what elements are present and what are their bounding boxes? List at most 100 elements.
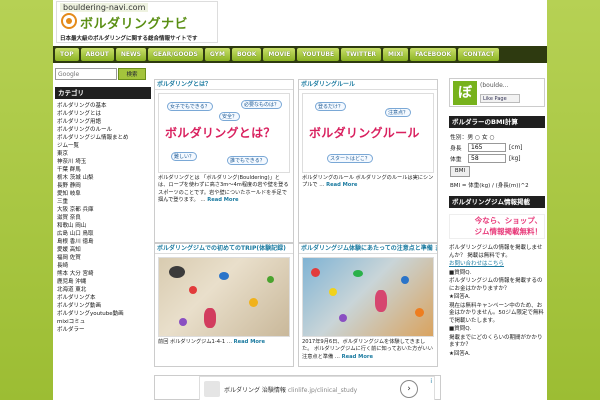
post-title[interactable]: ボルダリングジムでの初めてのTRIP(体験記録) [155,244,293,254]
ad-banner: ボルダリング 治験情報 clinlife.jp/clinical_study ›… [154,375,441,400]
read-more-link[interactable]: Read More [342,354,373,360]
category-item[interactable]: 神奈川 埼玉 [55,158,151,166]
read-more-link[interactable]: Read More [326,182,357,188]
ad-text: ボルダリング 治験情報 clinlife.jp/clinical_study [224,385,357,394]
nav-item-gym[interactable]: GYM [204,48,230,61]
nav-item-book[interactable]: BOOK [231,48,262,61]
category-item[interactable]: 千葉 群馬 [55,166,151,174]
nav-item-movie[interactable]: MOVIE [263,48,296,61]
category-item[interactable]: 大阪 京都 兵庫 [55,206,151,214]
category-item[interactable]: ボルダリングの基本 [55,102,151,110]
category-item[interactable]: ボルダリング本 [55,294,151,302]
faq-line: ■質問Q. [449,269,472,276]
category-item[interactable]: ボルダラー [55,326,151,334]
free-listing-banner[interactable]: 今なら、ショップ、 ジム情報掲載無料！ [449,214,545,239]
category-item[interactable]: 愛知 岐阜 [55,190,151,198]
facebook-page-widget: ぼ (boulde... Like Page [449,78,545,107]
gender-label[interactable]: 性別：男 ○ 女 ○ [450,132,495,141]
ad-headline: ボルダリング 治験情報 [224,387,286,394]
category-widget-title: カテゴリ [55,87,151,99]
question-bubble: 誰でもできる？ [227,156,268,165]
search-button[interactable]: 検索 [118,68,146,80]
post-excerpt-text: 前回 ボルダリングジム1-4-1 [158,339,226,345]
category-item[interactable]: ボルダリングジム情報まとめ [55,134,151,142]
weight-unit: [kg] [509,155,521,162]
post-title[interactable]: ボルダリングとは？ [155,80,293,90]
post-thumbnail[interactable] [158,257,290,337]
category-item[interactable]: ボルダリングyoutube動画 [55,310,151,318]
category-item[interactable]: ボルダリング動画 [55,302,151,310]
contact-link[interactable]: お問い合わせはこちら [449,261,545,269]
promo-line: ジム情報掲載無料！ [474,227,543,236]
read-more-link[interactable]: Read More [234,339,265,345]
weight-input[interactable] [468,154,506,163]
thumbnail-heading: ボルダリングルール [309,126,420,140]
climbing-hold [189,286,197,294]
nav-item-twitter[interactable]: TWITTER [341,48,382,61]
like-page-button[interactable]: Like Page [480,94,520,103]
nav-item-news[interactable]: NEWS [115,48,146,61]
faq-line: ★回答A. [449,350,471,357]
category-item[interactable]: 島根 香川 徳島 [55,238,151,246]
category-item[interactable]: ボルダリングとは [55,110,151,118]
category-item[interactable]: mixiコミュ [55,318,151,326]
category-list: ボルダリングの基本 ボルダリングとは ボルダリング用語 ボルダリングのルール ボ… [55,102,151,334]
site-logo[interactable]: bouldering-navi.com ボルダリングナビ 日本最大級のボルダリン… [56,1,218,43]
page-name[interactable]: (boulde... [480,82,509,89]
post-thumbnail[interactable]: 登るだけ？ 注意点？ ボルダリングルール スタートはどこ？ [302,93,434,173]
post-excerpt: ボルダリングとは 「ボルダリング(Bouldering)」とは、ロープを使わずに… [158,175,289,204]
height-label: 身長 [450,146,462,152]
read-more-link[interactable]: Read More [207,197,238,203]
post-title[interactable]: ボルダリングジム体験にあたっての注意点と準備 まとめ [299,244,437,254]
category-item[interactable]: 北海道 東北 [55,286,151,294]
category-item[interactable]: ジム一覧 [55,142,151,150]
faq-line: 掲載までにどのくらいの期間がかかりますか？ [449,334,543,349]
climbing-hold [353,270,363,277]
question-bubble: 安全？ [219,112,241,121]
question-bubble: 注意点？ [385,108,412,117]
climbing-hold [179,318,187,326]
nav-item-gear-goods[interactable]: GEAR/GOODS [147,48,203,61]
nav-item-facebook[interactable]: FACEBOOK [410,48,457,61]
ad-info-icon[interactable]: i [430,378,432,385]
climber-figure [204,308,216,328]
post-thumbnail[interactable] [302,257,434,337]
category-item[interactable]: 鹿児島 沖縄 [55,278,151,286]
bmi-calculator: 性別：男 ○ 女 ○ 身長 [cm] 体重 [kg] BMI BMI = 体重(… [449,128,545,192]
category-item[interactable]: ボルダリングのルール [55,126,151,134]
faq-section: ボルダリングジムの情報を掲載しませんか？ 掲載は無料です。 お問い合わせはこちら… [449,245,545,358]
category-item[interactable]: 滋賀 奈良 [55,214,151,222]
chevron-right-icon[interactable]: › [400,380,418,398]
bmi-formula: BMI = 体重(kg) / (身長(m))^2 [450,183,529,189]
site-title: ボルダリングナビ [80,17,189,32]
category-item[interactable]: 熊本 大分 宮崎 [55,270,151,278]
faq-line: ボルダリングジムの情報を掲載するのにお金はかかりますか？ [449,278,543,292]
nav-item-about[interactable]: ABOUT [80,48,114,61]
height-input[interactable] [468,143,506,152]
nav-item-youtube[interactable]: YOUTUBE [297,48,340,61]
site-subtitle: 日本最大級のボルダリングに関する総合情報サイトです [60,36,198,42]
category-item[interactable]: 愛媛 高知 [55,246,151,254]
post-excerpt: 前回 ボルダリングジム1-4-1 … Read More [158,339,266,345]
category-item[interactable]: 東京 [55,150,151,158]
post-excerpt: 2017年9月6日、ボルダリングジムを体験してきました。 ボルダリングジムに行く… [302,339,433,360]
category-item[interactable]: 広島 山口 鳥取 [55,230,151,238]
bmi-calculate-button[interactable]: BMI [450,166,470,177]
category-item[interactable]: 長崎 [55,262,151,270]
nav-item-contact[interactable]: CONTACT [458,48,500,61]
gender-row: 性別：男 ○ 女 ○ [450,131,544,142]
ad-unit[interactable]: ボルダリング 治験情報 clinlife.jp/clinical_study ›… [199,376,435,400]
faq-line: 現在は無料キャンペーン中のため、お金はかかりません。50ジム限定で無料で掲載いた… [449,302,544,324]
category-item[interactable]: 栃木 茨城 山梨 [55,174,151,182]
category-item[interactable]: 三重 [55,198,151,206]
category-item[interactable]: ボルダリング用語 [55,118,151,126]
category-item[interactable]: 和歌山 岡山 [55,222,151,230]
post-excerpt-text: ボルダリングのルール ボルダリングのルールは実にシンプルで [302,175,434,189]
category-item[interactable]: 長野 静岡 [55,182,151,190]
search-input[interactable] [55,68,117,80]
post-thumbnail[interactable]: 女子でもできる？ 必要なものは？ 安全？ ボルダリングとは？ 難しい？ 誰でもで… [158,93,290,173]
post-title[interactable]: ボルダリングルール [299,80,437,90]
category-item[interactable]: 福岡 佐賀 [55,254,151,262]
nav-item-mixi[interactable]: MIXI [383,48,409,61]
nav-item-top[interactable]: TOP [55,48,79,61]
